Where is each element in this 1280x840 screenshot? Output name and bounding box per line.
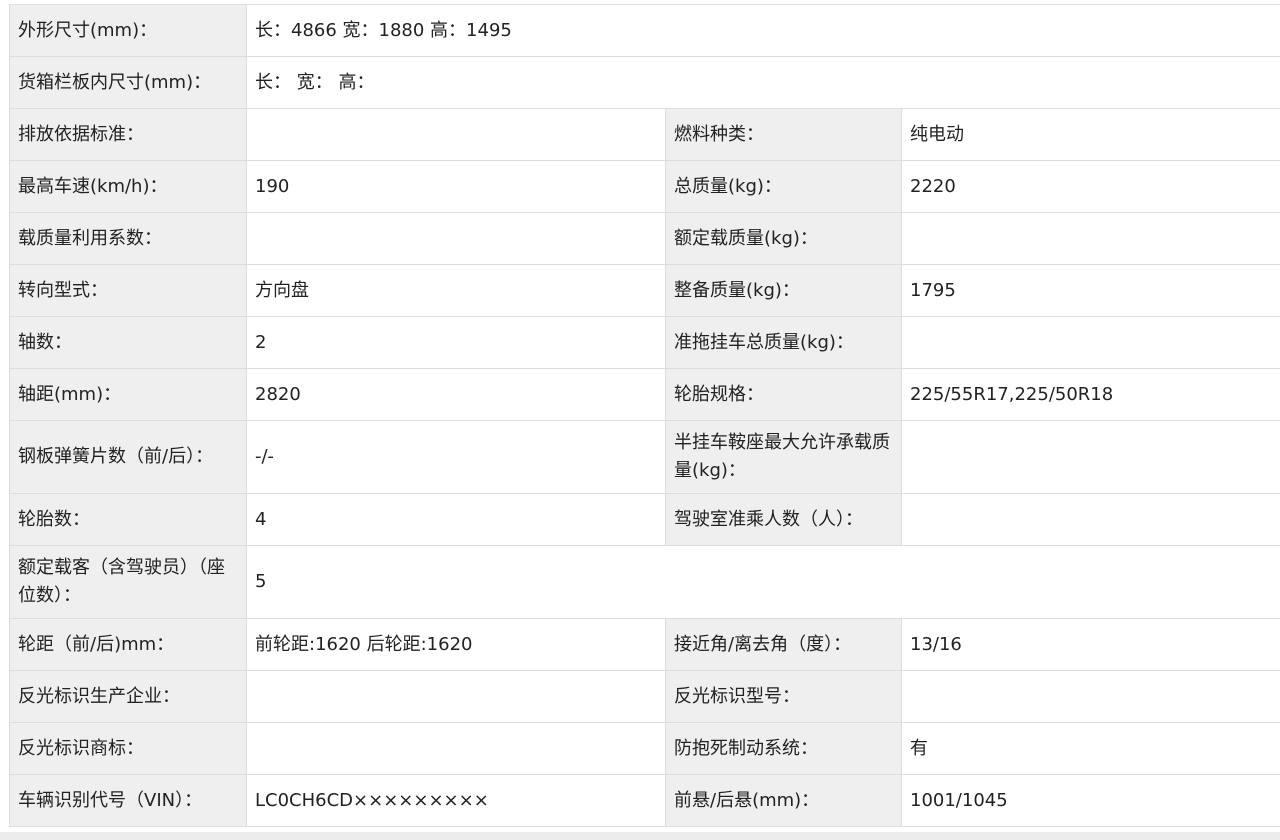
spec-label: 燃料种类： [665,108,902,161]
spec-value: 长： 宽： 高： [245,56,1280,109]
spec-value: LC0CH6CD××××××××× [246,774,666,827]
spec-label: 总质量(kg)： [665,160,902,213]
table-row: 货箱栏板内尺寸(mm)： 长： 宽： 高： [9,56,1280,109]
table-row: 轴数： 2 准拖挂车总质量(kg)： [9,316,1280,369]
table-row: 轮距（前/后)mm： 前轮距:1620 后轮距:1620 接近角/离去角（度）：… [9,618,1280,671]
spec-value [900,670,1280,723]
table-row: 轴距(mm)： 2820 轮胎规格： 225/55R17,225/50R18 [9,368,1280,421]
spec-label: 整备质量(kg)： [665,264,902,317]
table-row: 转向型式： 方向盘 整备质量(kg)： 1795 [9,264,1280,317]
spec-value: 方向盘 [246,264,666,317]
next-row-edge [0,832,1280,840]
spec-value [900,493,1280,546]
spec-sheet: 外形尺寸(mm)： 长：4866 宽：1880 高：1495 货箱栏板内尺寸(m… [0,0,1280,840]
spec-value: 2820 [246,368,666,421]
table-row: 反光标识商标： 防抱死制动系统： 有 [9,722,1280,775]
vehicle-spec-table: 外形尺寸(mm)： 长：4866 宽：1880 高：1495 货箱栏板内尺寸(m… [9,4,1280,827]
table-row: 载质量利用系数： 额定载质量(kg)： [9,212,1280,265]
table-row: 最高车速(km/h)： 190 总质量(kg)： 2220 [9,160,1280,213]
spec-label: 防抱死制动系统： [665,722,902,775]
spec-label: 最高车速(km/h)： [9,160,247,213]
table-row: 车辆识别代号（VIN）： LC0CH6CD××××××××× 前悬/后悬(mm)… [9,774,1280,827]
spec-label: 轴距(mm)： [9,368,247,421]
spec-value: 有 [900,722,1280,775]
spec-label: 车辆识别代号（VIN）： [9,774,247,827]
table-row: 排放依据标准： 燃料种类： 纯电动 [9,108,1280,161]
spec-label: 额定载质量(kg)： [665,212,902,265]
spec-label: 接近角/离去角（度）： [665,618,902,671]
spec-label: 反光标识生产企业： [9,670,247,723]
spec-value: 5 [245,545,1280,619]
spec-value: 前轮距:1620 后轮距:1620 [246,618,666,671]
spec-label: 载质量利用系数： [9,212,247,265]
spec-value: 13/16 [900,618,1280,671]
spec-value: 1001/1045 [900,774,1280,827]
spec-value: 225/55R17,225/50R18 [900,368,1280,421]
spec-label: 反光标识商标： [9,722,247,775]
spec-label: 半挂车鞍座最大允许承载质量(kg)： [665,420,902,494]
spec-value [246,722,666,775]
spec-value: 190 [246,160,666,213]
spec-value: -/- [246,420,666,494]
spec-label: 钢板弹簧片数（前/后）： [9,420,247,494]
spec-label: 轴数： [9,316,247,369]
spec-value: 1795 [900,264,1280,317]
spec-value [246,108,666,161]
spec-value: 长：4866 宽：1880 高：1495 [245,4,1280,57]
table-row: 钢板弹簧片数（前/后）： -/- 半挂车鞍座最大允许承载质量(kg)： [9,420,1280,494]
spec-label: 轮胎规格： [665,368,902,421]
spec-label: 驾驶室准乘人数（人）： [665,493,902,546]
spec-label: 排放依据标准： [9,108,247,161]
spec-value [900,316,1280,369]
spec-label: 轮胎数： [9,493,247,546]
spec-label: 外形尺寸(mm)： [9,4,247,57]
table-row: 反光标识生产企业： 反光标识型号： [9,670,1280,723]
spec-label: 反光标识型号： [665,670,902,723]
table-row: 轮胎数： 4 驾驶室准乘人数（人）： [9,493,1280,546]
spec-value: 纯电动 [900,108,1280,161]
table-row: 额定载客（含驾驶员）（座位数）： 5 [9,545,1280,619]
spec-label: 准拖挂车总质量(kg)： [665,316,902,369]
spec-value: 2 [246,316,666,369]
spec-value: 2220 [900,160,1280,213]
spec-value [900,420,1280,494]
spec-value: 4 [246,493,666,546]
spec-value [246,670,666,723]
spec-label: 货箱栏板内尺寸(mm)： [9,56,247,109]
table-row: 外形尺寸(mm)： 长：4866 宽：1880 高：1495 [9,4,1280,57]
spec-value [246,212,666,265]
spec-label: 额定载客（含驾驶员）（座位数）： [9,545,247,619]
spec-value [900,212,1280,265]
spec-label: 转向型式： [9,264,247,317]
spec-label: 轮距（前/后)mm： [9,618,247,671]
spec-label: 前悬/后悬(mm)： [665,774,902,827]
